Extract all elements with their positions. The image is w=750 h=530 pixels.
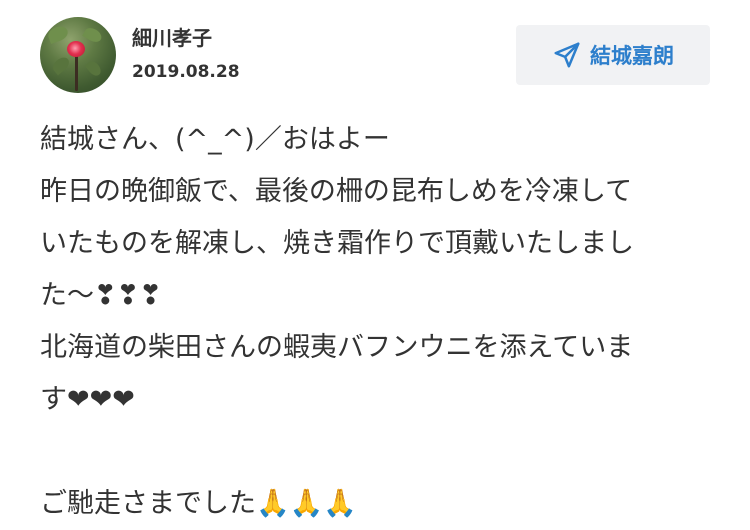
- avatar-leaf: [84, 58, 104, 79]
- post-header: 細川孝子 2019.08.28 結城嘉朗: [40, 17, 720, 97]
- message-line: 北海道の柴田さんの蝦夷バフンウニを添えていま: [40, 332, 634, 363]
- send-icon: [552, 40, 582, 70]
- message-body: 結城さん、(^_^)／おはよー 昨日の晩御飯で、最後の柵の昆布しめを冷凍して い…: [40, 114, 720, 530]
- message-line: た〜❣❣❣: [40, 280, 162, 311]
- message-line: いたものを解凍し、焼き霜作りで頂戴いたしまし: [40, 228, 634, 259]
- avatar[interactable]: [40, 17, 116, 93]
- message-line: ご馳走さまでした🙏🙏🙏: [40, 488, 357, 519]
- message-line: 昨日の晩御飯で、最後の柵の昆布しめを冷凍して: [40, 176, 633, 207]
- author-name[interactable]: 細川孝子: [132, 22, 212, 51]
- post-date: 2019.08.28: [132, 62, 240, 82]
- avatar-leaf: [82, 25, 104, 45]
- avatar-leaf: [46, 24, 70, 44]
- message-line: 結城さん、(^_^)／おはよー: [40, 124, 390, 155]
- message-line: す❤❤❤: [40, 384, 135, 415]
- recipient-button[interactable]: 結城嘉朗: [516, 25, 710, 85]
- avatar-flower: [67, 41, 85, 57]
- recipient-name: 結城嘉朗: [590, 44, 674, 68]
- avatar-stem: [75, 55, 78, 91]
- avatar-leaf: [50, 54, 72, 76]
